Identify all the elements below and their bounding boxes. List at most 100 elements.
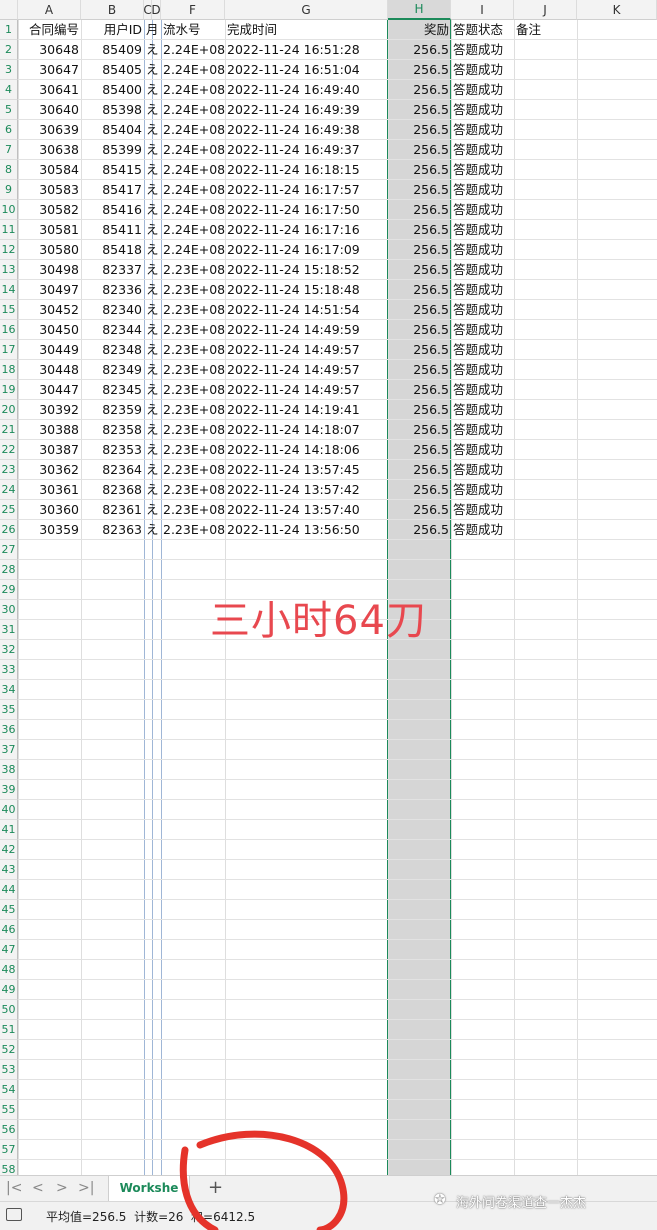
cell-F[interactable]: 2.24E+08 [161, 220, 225, 240]
cell-I[interactable]: 答题成功 [451, 380, 514, 400]
cell-F[interactable]: 流水号 [161, 20, 225, 40]
cell-B[interactable]: 82353 [81, 440, 144, 460]
row-number[interactable]: 7 [0, 140, 18, 160]
cell-A[interactable]: 30449 [18, 340, 81, 360]
cell-H[interactable]: 256.5 [388, 320, 451, 340]
cell-I[interactable]: 答题成功 [451, 280, 514, 300]
cell-E[interactable]: え [146, 400, 161, 420]
cell-F[interactable]: 2.24E+08 [161, 140, 225, 160]
cell-G[interactable]: 2022-11-24 14:49:57 [225, 380, 388, 400]
cell-H[interactable]: 256.5 [388, 80, 451, 100]
select-all-corner[interactable] [0, 0, 18, 20]
cell-B[interactable]: 85417 [81, 180, 144, 200]
cell-G[interactable]: 2022-11-24 14:18:07 [225, 420, 388, 440]
cell-I[interactable]: 答题成功 [451, 60, 514, 80]
cell-A[interactable]: 30584 [18, 160, 81, 180]
column-header-D[interactable]: D [151, 0, 161, 20]
cell-G[interactable]: 2022-11-24 16:51:28 [225, 40, 388, 60]
cell-I[interactable]: 答题成功 [451, 480, 514, 500]
cell-I[interactable]: 答题成功 [451, 100, 514, 120]
row-number[interactable]: 17 [0, 340, 18, 360]
cell-B[interactable]: 85399 [81, 140, 144, 160]
cell-A[interactable]: 30387 [18, 440, 81, 460]
cell-A[interactable]: 30580 [18, 240, 81, 260]
cell-G[interactable]: 2022-11-24 13:57:42 [225, 480, 388, 500]
cell-F[interactable]: 2.23E+08 [161, 420, 225, 440]
cell-E[interactable]: 月 [144, 20, 161, 40]
cell-G[interactable]: 2022-11-24 15:18:48 [225, 280, 388, 300]
cell-A[interactable]: 30450 [18, 320, 81, 340]
cell-F[interactable]: 2.23E+08 [161, 340, 225, 360]
cell-I[interactable]: 答题成功 [451, 460, 514, 480]
row-number[interactable]: 24 [0, 480, 18, 500]
cell-H[interactable]: 256.5 [388, 400, 451, 420]
cell-I[interactable]: 答题成功 [451, 260, 514, 280]
column-header-G[interactable]: G [225, 0, 388, 20]
cell-A[interactable]: 30639 [18, 120, 81, 140]
cell-G[interactable]: 2022-11-24 14:49:57 [225, 340, 388, 360]
cell-H[interactable]: 256.5 [388, 520, 451, 540]
cell-G[interactable]: 2022-11-24 16:51:04 [225, 60, 388, 80]
cell-F[interactable]: 2.24E+08 [161, 80, 225, 100]
cell-F[interactable]: 2.24E+08 [161, 120, 225, 140]
cell-A[interactable]: 30359 [18, 520, 81, 540]
cell-H[interactable]: 256.5 [388, 40, 451, 60]
cell-E[interactable]: え [146, 520, 161, 540]
cell-H[interactable]: 256.5 [388, 460, 451, 480]
cell-A[interactable]: 30388 [18, 420, 81, 440]
cell-H[interactable]: 256.5 [388, 240, 451, 260]
cell-E[interactable]: え [146, 420, 161, 440]
cell-I[interactable]: 答题成功 [451, 160, 514, 180]
row-number[interactable]: 48 [0, 960, 18, 980]
row-number[interactable]: 23 [0, 460, 18, 480]
cell-E[interactable]: え [146, 500, 161, 520]
cell-A[interactable]: 30583 [18, 180, 81, 200]
cell-A[interactable]: 30392 [18, 400, 81, 420]
cell-F[interactable]: 2.23E+08 [161, 520, 225, 540]
row-number[interactable]: 5 [0, 100, 18, 120]
cell-G[interactable]: 2022-11-24 13:56:50 [225, 520, 388, 540]
cell-E[interactable]: え [146, 120, 161, 140]
cell-F[interactable]: 2.23E+08 [161, 320, 225, 340]
row-number[interactable]: 40 [0, 800, 18, 820]
cell-I[interactable]: 答题成功 [451, 420, 514, 440]
cell-B[interactable]: 82348 [81, 340, 144, 360]
cell-G[interactable]: 2022-11-24 16:49:39 [225, 100, 388, 120]
cell-F[interactable]: 2.23E+08 [161, 400, 225, 420]
cell-A[interactable]: 30447 [18, 380, 81, 400]
cell-E[interactable]: え [146, 300, 161, 320]
cell-A[interactable]: 30498 [18, 260, 81, 280]
cell-F[interactable]: 2.23E+08 [161, 380, 225, 400]
cell-B[interactable]: 85416 [81, 200, 144, 220]
row-number[interactable]: 29 [0, 580, 18, 600]
cell-F[interactable]: 2.23E+08 [161, 480, 225, 500]
cell-H[interactable]: 256.5 [388, 220, 451, 240]
cell-B[interactable]: 85398 [81, 100, 144, 120]
cell-B[interactable]: 82368 [81, 480, 144, 500]
cell-G[interactable]: 2022-11-24 13:57:40 [225, 500, 388, 520]
cell-G[interactable]: 完成时间 [225, 20, 388, 40]
row-number[interactable]: 42 [0, 840, 18, 860]
cell-F[interactable]: 2.24E+08 [161, 200, 225, 220]
row-number[interactable]: 32 [0, 640, 18, 660]
row-number[interactable]: 50 [0, 1000, 18, 1020]
cell-B[interactable]: 82344 [81, 320, 144, 340]
cell-B[interactable]: 85411 [81, 220, 144, 240]
cell-E[interactable]: え [146, 160, 161, 180]
row-number[interactable]: 10 [0, 200, 18, 220]
cell-H[interactable]: 256.5 [388, 180, 451, 200]
cell-I[interactable]: 答题成功 [451, 120, 514, 140]
cell-H[interactable]: 256.5 [388, 480, 451, 500]
cell-I[interactable]: 答题状态 [451, 20, 514, 40]
cell-E[interactable]: え [146, 360, 161, 380]
cell-G[interactable]: 2022-11-24 16:17:09 [225, 240, 388, 260]
cell-B[interactable]: 82364 [81, 460, 144, 480]
cell-F[interactable]: 2.23E+08 [161, 280, 225, 300]
cell-E[interactable]: え [146, 460, 161, 480]
cell-B[interactable]: 82363 [81, 520, 144, 540]
cell-I[interactable]: 答题成功 [451, 440, 514, 460]
spreadsheet-grid[interactable]: ABCDFGHIJK 1 2 3 4 5 6 7 8 9 10 11 12 13 14 15 16 17 18 19… [0, 0, 657, 1175]
cell-A[interactable]: 30647 [18, 60, 81, 80]
cell-E[interactable]: え [146, 80, 161, 100]
cell-G[interactable]: 2022-11-24 15:18:52 [225, 260, 388, 280]
